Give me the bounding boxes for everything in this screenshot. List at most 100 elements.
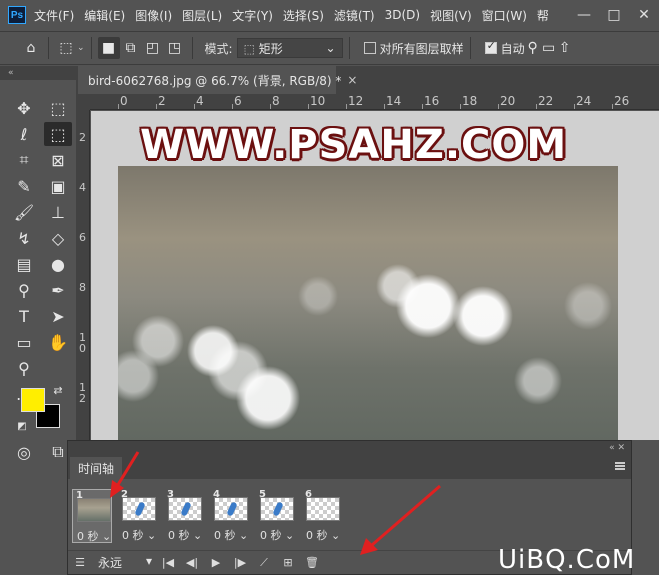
foreground-color-swatch[interactable] [21,388,45,412]
tool-preset-icon[interactable]: ⬚ [55,37,77,59]
frame-delay[interactable]: 0 秒 ⌄ [260,527,294,543]
mode-select[interactable]: ⬚ 矩形 ⌄ [236,38,343,58]
play-icon[interactable]: ▶ [204,553,228,573]
duplicate-frame-icon[interactable]: ⊞ [276,553,300,573]
share-icon[interactable]: ⇧ [557,37,573,59]
frame-thumbnail [214,497,248,521]
convert-to-video-timeline-icon[interactable]: ☰ [68,553,92,573]
ruler-tick-label: 2 [158,94,166,108]
ruler-tick-label: 24 [576,94,592,108]
ruler-horizontal: 0 2 4 6 8 10 12 14 16 18 20 22 24 26 [90,94,659,110]
add-selection-icon[interactable]: ⧉ [120,37,142,59]
3d-material-tool-icon[interactable]: ▣ [44,174,72,198]
blur-tool-icon[interactable]: ● [44,252,72,276]
type-tool-icon[interactable]: T [10,304,38,328]
delete-frame-icon[interactable]: 🗑 [300,553,324,573]
frame-delay[interactable]: 0 秒 ⌄ [122,527,156,543]
gradient-tool-icon[interactable]: ▤ [10,252,38,276]
minimize-button[interactable]: — [569,7,599,23]
pen-tool-icon[interactable]: ✒ [44,278,72,302]
object-selection-tool-icon[interactable]: ⬚ [44,122,72,146]
crop-tool-icon[interactable]: ⌗ [10,148,38,172]
ruler-tick-label: 22 [538,94,554,108]
ruler-tick [118,104,119,109]
tween-icon[interactable]: ⟋ [252,553,276,573]
timeline-frame[interactable]: 6 0 秒 ⌄ [302,489,342,543]
site-watermark-text: UiBQ.CoM [498,545,636,575]
quick-mask-icon[interactable]: ◎ [10,440,38,464]
maximize-button[interactable]: □ [599,7,629,23]
mode-value: ⬚ 矩形 [243,41,283,56]
timeline-frame[interactable]: 5 0 秒 ⌄ [256,489,296,543]
timeline-collapse-handle[interactable]: « ✕ [68,441,631,455]
menu-select[interactable]: 选择(S) [283,7,324,24]
zoom-tool-icon[interactable]: ⚲ [10,356,38,380]
ruler-tick [270,104,271,109]
eyedropper-tool-icon[interactable]: ✎ [10,174,38,198]
hand-tool-icon[interactable]: ✋ [44,330,72,354]
timeline-frame[interactable]: 3 0 秒 ⌄ [164,489,204,543]
dodge-tool-icon[interactable]: ⚲ [10,278,38,302]
eraser-tool-icon[interactable]: ◇ [44,226,72,250]
frame-delay[interactable]: 0 秒 ⌄ [168,527,202,543]
lasso-tool-icon[interactable]: ℓ [10,122,38,146]
panel-menu-icon[interactable] [615,462,625,470]
menu-file[interactable]: 文件(F) [34,7,74,24]
chevron-down-icon[interactable]: ⌄ [77,43,85,53]
bokeh-photo [118,166,618,440]
rectangle-tool-icon[interactable]: ▭ [10,330,38,354]
intersect-selection-icon[interactable]: ◳ [164,37,186,59]
move-tool-icon[interactable]: ✥ [10,96,38,120]
marquee-tool-icon[interactable]: ⬚ [44,96,72,120]
history-brush-tool-icon[interactable]: ↯ [10,226,38,250]
timeline-frame[interactable]: 2 0 秒 ⌄ [118,489,158,543]
home-icon[interactable]: ⌂ [20,37,42,59]
window-controls: — □ ✕ [569,0,659,30]
timeline-tab[interactable]: 时间轴 [70,457,122,479]
stamp-tool-icon[interactable]: ⊥ [44,200,72,224]
toolbar-collapse-handle[interactable]: « [0,66,76,80]
swap-colors-icon[interactable]: ⇄ [44,378,72,402]
new-selection-icon[interactable]: ■ [97,37,120,59]
mode-label: 模式: [204,41,233,56]
photoshop-logo-icon: Ps [8,6,26,24]
timeline-frame[interactable]: 4 0 秒 ⌄ [210,489,250,543]
workspace-icon[interactable]: ▭ [541,37,557,59]
document-tab[interactable]: bird-6062768.jpg @ 66.7% (背景, RGB/8) * × [78,66,357,94]
loop-select[interactable]: 永远 ▾ [92,554,152,571]
menu-image[interactable]: 图像(I) [135,7,172,24]
subtract-selection-icon[interactable]: ◰ [142,37,164,59]
frame-delay[interactable]: 0 秒 ⌄ [214,527,248,543]
menu-filter[interactable]: 滤镜(T) [334,7,375,24]
menu-edit[interactable]: 编辑(E) [84,7,125,24]
brush-tool-icon[interactable]: 🖌 [10,200,38,224]
menu-type[interactable]: 文字(Y) [232,7,273,24]
menu-view[interactable]: 视图(V) [430,7,472,24]
search-icon[interactable]: ⚲ [525,37,541,59]
ruler-tick-label: 4 [196,94,204,108]
previous-frame-icon[interactable]: ◀| [180,553,204,573]
path-selection-tool-icon[interactable]: ➤ [44,304,72,328]
bird-icon [134,501,146,517]
sample-all-layers-checkbox[interactable] [363,42,376,54]
divider [90,37,92,59]
timeline-tab-row: 时间轴 [68,455,631,479]
first-frame-icon[interactable]: |◀ [156,553,180,573]
menu-window[interactable]: 窗口(W) [482,7,527,24]
default-colors-icon[interactable]: ◩ [8,414,36,438]
auto-checkbox[interactable] [484,39,497,54]
timeline-frame[interactable]: 1 0 秒 ⌄ [72,489,112,543]
menu-layer[interactable]: 图层(L) [182,7,222,24]
close-window-button[interactable]: ✕ [629,7,659,23]
menu-help[interactable]: 帮 [537,7,549,24]
menu-3d[interactable]: 3D(D) [385,8,420,22]
frame-tool-icon[interactable]: ⊠ [44,148,72,172]
bird-icon [272,501,284,517]
frame-delay[interactable]: 0 秒 ⌄ [306,527,340,543]
close-tab-icon[interactable]: × [347,73,357,87]
ruler-tick-label: 14 [386,94,402,108]
ruler-tick-label: 26 [614,94,630,108]
ruler-tick [308,104,309,109]
frame-delay[interactable]: 0 秒 ⌄ [77,528,111,544]
next-frame-icon[interactable]: |▶ [228,553,252,573]
